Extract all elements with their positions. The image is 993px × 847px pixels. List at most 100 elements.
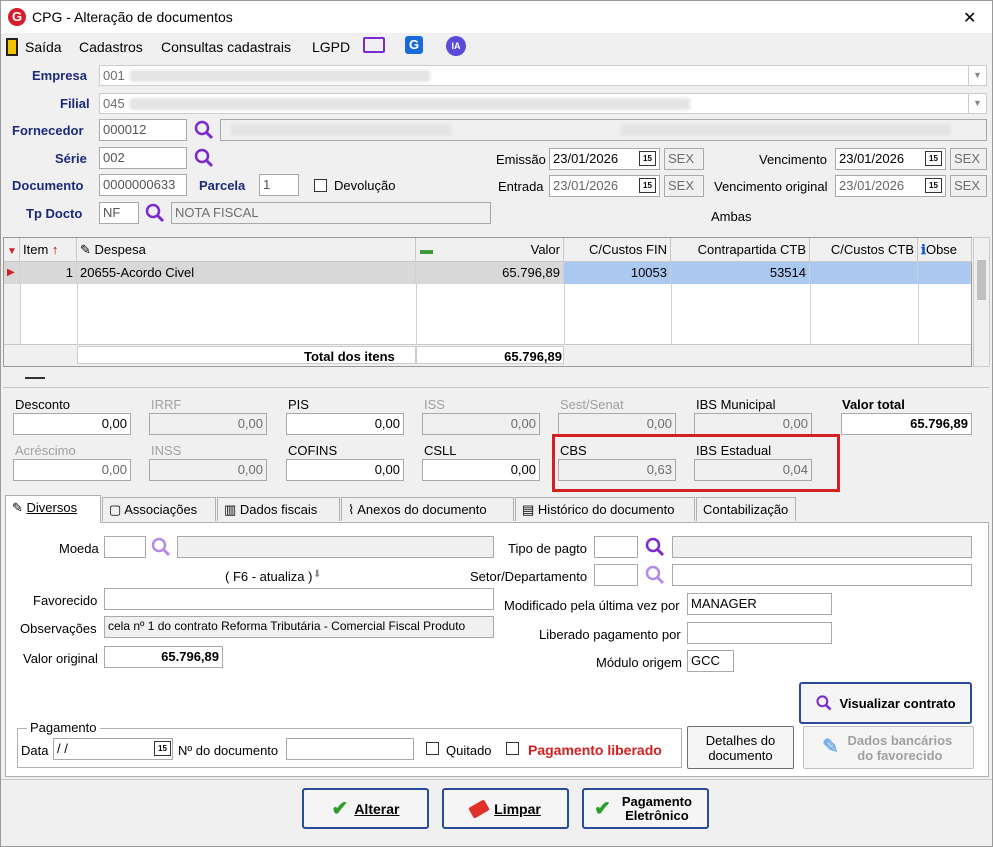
- setor-desc[interactable]: [672, 564, 972, 586]
- moeda-input[interactable]: [104, 536, 146, 558]
- ia-icon[interactable]: IA: [446, 36, 466, 56]
- valortotal-label: Valor total: [842, 397, 905, 412]
- table-row[interactable]: ▶ 1 20655-Acordo Civel 65.796,89 10053 5…: [4, 262, 971, 284]
- calendar-icon[interactable]: 15: [154, 741, 171, 756]
- devolucao-checkbox[interactable]: [314, 179, 327, 192]
- col-contrapartida[interactable]: Contrapartida CTB: [671, 238, 810, 262]
- cell-valor: 65.796,89: [416, 262, 564, 284]
- empresa-code: 001: [103, 68, 125, 83]
- ibsmun-input: 0,00: [694, 413, 812, 435]
- acrescimo-input[interactable]: 0,00: [13, 459, 131, 481]
- fornecedor-label: Fornecedor: [12, 123, 84, 138]
- entrada-day: SEX: [664, 175, 704, 197]
- tab-associacoes[interactable]: ▢ Associações: [102, 497, 216, 521]
- liberado-label: Liberado pagamento por: [539, 627, 681, 642]
- csll-input[interactable]: 0,00: [422, 459, 540, 481]
- parcela-input[interactable]: 1: [259, 174, 299, 196]
- eraser-icon: [468, 798, 490, 819]
- ndoc-input[interactable]: [286, 738, 414, 760]
- irrf-input: 0,00: [149, 413, 267, 435]
- filial-combo[interactable]: 045 ▼: [99, 93, 987, 114]
- filial-label: Filial: [60, 96, 90, 111]
- chevron-down-icon[interactable]: ▼: [968, 66, 986, 85]
- search-icon[interactable]: [644, 564, 666, 586]
- close-icon[interactable]: ✕: [963, 8, 976, 28]
- empresa-label: Empresa: [32, 68, 87, 83]
- moeda-desc: [177, 536, 494, 558]
- chevron-down-icon[interactable]: ▼: [968, 94, 986, 113]
- valororiginal-label: Valor original: [23, 651, 98, 666]
- items-grid[interactable]: ▼ Item ↑ ✎ Despesa ▬ Valor C/Custos FIN C…: [3, 237, 972, 367]
- devolucao-label: Devolução: [334, 178, 396, 193]
- inss-input: 0,00: [149, 459, 267, 481]
- serie-input[interactable]: 002: [99, 147, 187, 169]
- col-item[interactable]: Item ↑: [20, 238, 77, 262]
- monitor-icon[interactable]: [363, 37, 385, 53]
- vencimento-day: SEX: [950, 148, 987, 170]
- col-despesa[interactable]: ✎ Despesa: [77, 238, 416, 262]
- search-icon[interactable]: [193, 119, 215, 141]
- ndoc-label: Nº do documento: [178, 743, 279, 758]
- money-icon: ▬: [420, 242, 433, 257]
- observacoes-input[interactable]: cela nº 1 do contrato Reforma Tributária…: [104, 616, 494, 638]
- calendar-icon[interactable]: 15: [639, 178, 656, 193]
- filial-code: 045: [103, 96, 125, 111]
- cell-item: 1: [20, 262, 77, 284]
- quitado-checkbox[interactable]: [426, 742, 439, 755]
- search-icon[interactable]: [144, 202, 166, 224]
- col-ccctb[interactable]: C/Custos CTB: [810, 238, 918, 262]
- setor-input[interactable]: [594, 564, 638, 586]
- cell-obs: [918, 262, 971, 284]
- documento-input[interactable]: 0000000633: [99, 174, 187, 196]
- valortotal-input: 65.796,89: [841, 413, 972, 435]
- calendar-icon[interactable]: 15: [925, 178, 942, 193]
- menu-consultas[interactable]: Consultas cadastrais: [161, 39, 291, 55]
- entrada-label: Entrada: [498, 179, 544, 194]
- g-logo-icon[interactable]: G: [405, 36, 423, 54]
- calendar-icon[interactable]: 15: [639, 151, 656, 166]
- col-valor[interactable]: ▬ Valor: [416, 238, 564, 262]
- tab-dados-fiscais[interactable]: ▥ Dados fiscais: [217, 497, 340, 521]
- pagamento-eletronico-button[interactable]: ✔ Pagamento Eletrônico: [582, 788, 709, 829]
- pencil-icon: ✎: [12, 500, 23, 515]
- search-icon[interactable]: [150, 536, 172, 558]
- tab-anexos[interactable]: ⌇ Anexos do documento: [341, 497, 514, 521]
- search-icon[interactable]: [644, 536, 666, 558]
- splitter-handle[interactable]: [25, 377, 45, 379]
- cofins-input[interactable]: 0,00: [286, 459, 404, 481]
- cell-ccctb: [810, 262, 918, 284]
- pencil-icon: ✎: [822, 736, 839, 758]
- empresa-combo[interactable]: 001 ▼: [99, 65, 987, 86]
- fornecedor-input[interactable]: 000012: [99, 119, 187, 141]
- search-icon[interactable]: [193, 147, 215, 169]
- desconto-input[interactable]: 0,00: [13, 413, 131, 435]
- col-ccfin[interactable]: C/Custos FIN: [564, 238, 671, 262]
- cofins-label: COFINS: [288, 443, 338, 458]
- fornecedor-name: [220, 119, 987, 141]
- menu-lgpd[interactable]: LGPD: [312, 39, 350, 55]
- exit-door-icon[interactable]: [6, 38, 18, 56]
- calendar-icon[interactable]: 15: [925, 151, 942, 166]
- col-obs[interactable]: ℹObse: [918, 238, 972, 262]
- detalhes-documento-button[interactable]: Detalhes do documento: [687, 726, 794, 769]
- menu-saida[interactable]: Saída: [25, 39, 62, 55]
- pis-input[interactable]: 0,00: [286, 413, 404, 435]
- visualizar-contrato-button[interactable]: Visualizar contrato: [799, 682, 972, 724]
- alterar-button[interactable]: ✔ Alterar: [302, 788, 429, 829]
- modulo-input: GCC: [687, 650, 734, 672]
- menu-cadastros[interactable]: Cadastros: [79, 39, 143, 55]
- tab-diversos[interactable]: ✎ Diversos: [5, 495, 101, 523]
- tipopagto-input[interactable]: [594, 536, 638, 558]
- pagamento-liberado-checkbox[interactable]: [506, 742, 519, 755]
- favorecido-input[interactable]: [104, 588, 494, 610]
- tpdocto-input[interactable]: NF: [99, 202, 139, 224]
- tab-historico[interactable]: ▤ Histórico do documento: [515, 497, 695, 521]
- title-bar: G CPG - Alteração de documentos ✕: [1, 1, 992, 33]
- tab-contabilizacao[interactable]: Contabilização: [696, 497, 796, 521]
- tab-bar: ✎ Diversos ▢ Associações ▥ Dados fiscais…: [5, 495, 805, 523]
- limpar-button[interactable]: Limpar: [442, 788, 569, 829]
- edit-icon: ✎: [80, 242, 91, 257]
- pis-label: PIS: [288, 397, 309, 412]
- row-indicator-icon: ▶: [4, 262, 20, 284]
- grid-scrollbar[interactable]: [973, 237, 990, 367]
